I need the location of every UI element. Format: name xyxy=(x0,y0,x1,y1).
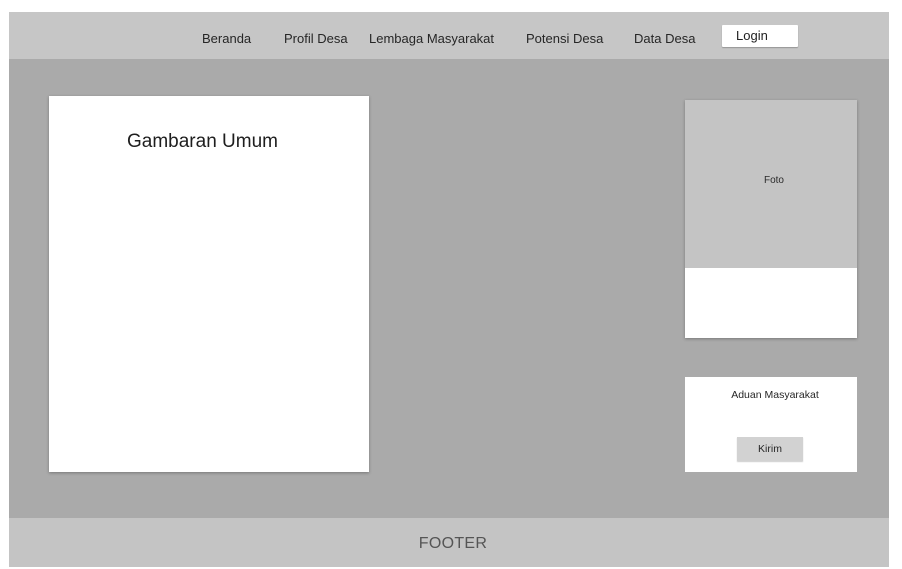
overview-panel: Gambaran Umum xyxy=(49,96,369,472)
photo-card: Foto xyxy=(685,100,857,338)
nav-item-beranda[interactable]: Beranda xyxy=(202,31,251,47)
footer-text: FOOTER xyxy=(418,535,488,552)
nav-item-potensi-desa[interactable]: Potensi Desa xyxy=(526,31,603,47)
login-button[interactable]: Login xyxy=(722,25,798,47)
navbar: Beranda Profil Desa Lembaga Masyarakat P… xyxy=(9,12,889,59)
complaint-title: Aduan Masyarakat xyxy=(731,389,819,401)
nav-item-profil-desa[interactable]: Profil Desa xyxy=(284,31,348,47)
photo-placeholder: Foto xyxy=(685,100,857,268)
send-button[interactable]: Kirim xyxy=(737,437,803,461)
nav-item-data-desa[interactable]: Data Desa xyxy=(634,31,695,47)
overview-title: Gambaran Umum xyxy=(127,131,278,152)
footer: FOOTER xyxy=(9,518,889,567)
page-frame: Beranda Profil Desa Lembaga Masyarakat P… xyxy=(9,12,889,567)
photo-label: Foto xyxy=(763,175,784,186)
nav-item-lembaga-masyarakat[interactable]: Lembaga Masyarakat xyxy=(369,31,494,47)
complaint-card: Aduan Masyarakat Kirim xyxy=(685,377,857,472)
